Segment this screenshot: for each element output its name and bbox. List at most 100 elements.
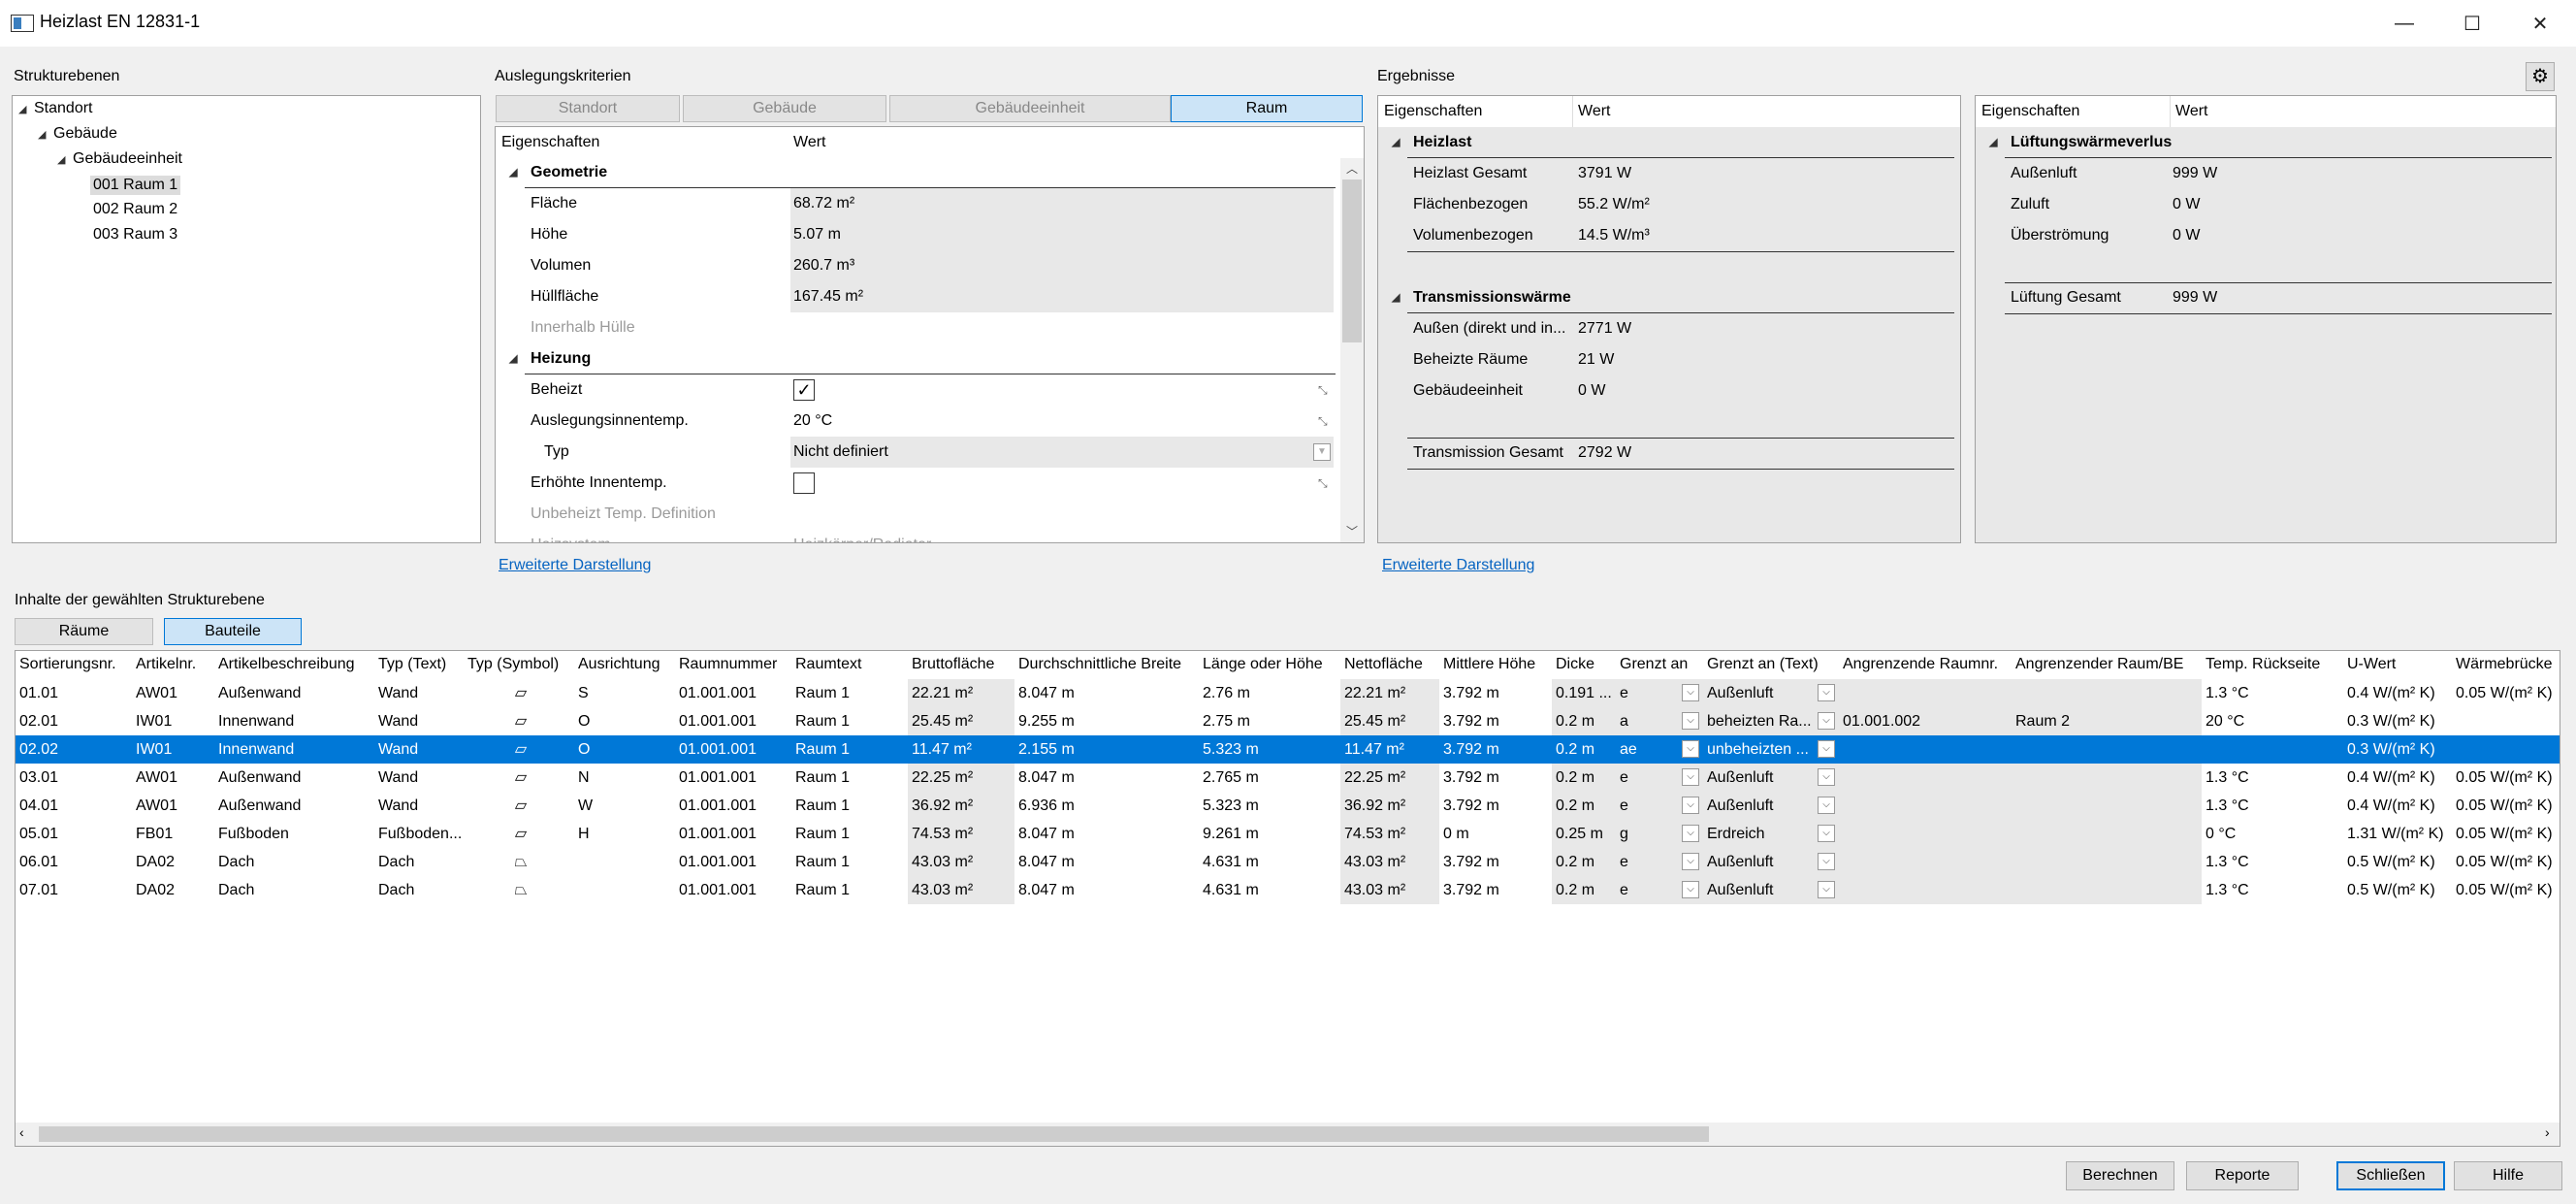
column-header-16[interactable]: Angrenzende Raumnr. xyxy=(1839,651,2012,678)
table-cell: H xyxy=(578,826,590,842)
chevron-down-icon[interactable]: ⌵ xyxy=(1818,825,1835,842)
chevron-down-icon[interactable]: ⌵ xyxy=(1682,853,1699,870)
criteria-property-grid[interactable]: Eigenschaften Wert ◢ Geometrie Fläche 68… xyxy=(495,126,1365,543)
group-heizlast[interactable]: ◢ Heizlast xyxy=(1378,127,1960,158)
chevron-down-icon[interactable]: ⌵ xyxy=(1682,768,1699,786)
collapse-icon[interactable]: ◢ xyxy=(1989,127,2005,158)
column-header-14[interactable]: Grenzt an xyxy=(1616,651,1703,678)
table-cell: Innenwand xyxy=(218,713,295,730)
chevron-down-icon[interactable]: ⌵ xyxy=(1682,825,1699,842)
maximize-button[interactable]: ☐ xyxy=(2438,0,2506,47)
beheizt-checkbox[interactable]: ✓ xyxy=(793,379,815,401)
chevron-down-icon[interactable]: ⌵ xyxy=(1818,881,1835,898)
scroll-right-icon[interactable]: › xyxy=(2545,1124,2550,1140)
link-icon[interactable]: ⤡ xyxy=(1318,374,1328,406)
chevron-down-icon[interactable]: ⌵ xyxy=(1682,740,1699,758)
chevron-down-icon[interactable]: ⌵ xyxy=(1818,712,1835,730)
column-header-8[interactable]: Bruttofläche xyxy=(908,651,1014,678)
tab-standort[interactable]: Standort xyxy=(496,95,680,122)
column-header-13[interactable]: Dicke xyxy=(1552,651,1616,678)
tree-item-standort[interactable]: ◢ Standort xyxy=(18,100,92,117)
title-bar: Heizlast EN 12831-1 — ☐ ✕ xyxy=(0,0,2576,47)
scrollbar-thumb[interactable] xyxy=(39,1126,1709,1142)
table-cell: FB01 xyxy=(136,826,174,842)
tab-bauteile[interactable]: Bauteile xyxy=(164,618,302,645)
column-header-2[interactable]: Artikelbeschreibung xyxy=(214,651,374,678)
column-header-18[interactable]: Temp. Rückseite xyxy=(2202,651,2343,678)
tree-item-raum-3[interactable]: 003 Raum 3 xyxy=(93,226,177,244)
chevron-down-icon[interactable]: ⌵ xyxy=(1818,684,1835,701)
column-header-15[interactable]: Grenzt an (Text) xyxy=(1703,651,1839,678)
collapse-icon[interactable]: ◢ xyxy=(57,153,73,166)
berechnen-button[interactable]: Berechnen xyxy=(2066,1161,2174,1190)
reporte-button[interactable]: Reporte xyxy=(2186,1161,2299,1190)
table-cell xyxy=(1839,820,2012,848)
chevron-down-icon[interactable]: ⌵ xyxy=(1818,740,1835,758)
column-header-10[interactable]: Länge oder Höhe xyxy=(1199,651,1340,678)
schliessen-button[interactable]: Schließen xyxy=(2336,1161,2445,1190)
group-heizung[interactable]: ◢ Heizung xyxy=(496,343,1339,374)
column-header-3[interactable]: Typ (Text) xyxy=(374,651,464,678)
tree-item-gebaeudeeinheit[interactable]: ◢ Gebäudeeinheit xyxy=(57,150,182,168)
collapse-icon[interactable]: ◢ xyxy=(509,157,525,188)
results-extended-view-link[interactable]: Erweiterte Darstellung xyxy=(1382,557,1534,574)
column-header-9[interactable]: Durchschnittliche Breite xyxy=(1014,651,1199,678)
table-cell: 3.792 m xyxy=(1443,854,1499,870)
collapse-icon[interactable]: ◢ xyxy=(1392,282,1407,313)
scroll-down-icon[interactable]: ﹀ xyxy=(1346,523,1358,539)
collapse-icon[interactable]: ◢ xyxy=(509,343,525,374)
horizontal-scrollbar[interactable]: ‹ › xyxy=(16,1123,2560,1146)
tree-item-raum-2[interactable]: 002 Raum 2 xyxy=(93,201,177,218)
close-button[interactable]: ✕ xyxy=(2506,0,2574,47)
chevron-down-icon[interactable]: ▼ xyxy=(1313,443,1331,461)
column-header-1[interactable]: Artikelnr. xyxy=(132,651,214,678)
column-header-12[interactable]: Mittlere Höhe xyxy=(1439,651,1552,678)
column-header-17[interactable]: Angrenzender Raum/BE xyxy=(2012,651,2202,678)
chevron-down-icon[interactable]: ⌵ xyxy=(1818,797,1835,814)
structure-tree[interactable]: ◢ Standort ◢ Gebäude ◢ Gebäudeeinheit 001 R… xyxy=(12,95,481,543)
link-icon[interactable]: ⤡ xyxy=(1318,468,1328,499)
tree-item-raum-1[interactable]: 001 Raum 1 xyxy=(90,176,181,195)
chevron-down-icon[interactable]: ⌵ xyxy=(1682,797,1699,814)
scrollbar-thumb[interactable] xyxy=(1342,179,1362,342)
collapse-icon[interactable]: ◢ xyxy=(18,103,34,115)
column-header-0[interactable]: Sortierungsnr. xyxy=(16,651,132,678)
bauteile-table[interactable]: Sortierungsnr. Artikelnr. Artikelbeschreib… xyxy=(15,650,2560,1147)
gear-icon[interactable]: ⚙ xyxy=(2526,62,2555,91)
column-header-11[interactable]: Nettofläche xyxy=(1340,651,1439,678)
table-cell: 9.261 m xyxy=(1203,826,1259,842)
vertical-scrollbar[interactable]: ︿ ﹀ xyxy=(1340,158,1364,542)
tab-gebaeudeeinheit[interactable]: Gebäudeeinheit xyxy=(889,95,1171,122)
property-row: Unbeheizt Temp. Definition xyxy=(531,505,716,522)
typ-dropdown[interactable]: Nicht definiert xyxy=(793,437,888,468)
table-cell: 01.001.001 xyxy=(679,769,757,786)
column-header-5[interactable]: Ausrichtung xyxy=(574,651,675,678)
tab-gebaeude[interactable]: Gebäude xyxy=(683,95,886,122)
collapse-icon[interactable]: ◢ xyxy=(1392,127,1407,158)
group-lueftung[interactable]: ◢ Lüftungswärmeverlus xyxy=(1976,127,2556,158)
scroll-left-icon[interactable]: ‹ xyxy=(19,1124,24,1140)
minimize-button[interactable]: — xyxy=(2370,0,2438,47)
criteria-extended-view-link[interactable]: Erweiterte Darstellung xyxy=(499,557,651,574)
collapse-icon[interactable]: ◢ xyxy=(38,128,53,141)
tab-raum[interactable]: Raum xyxy=(1171,95,1363,122)
scroll-up-icon[interactable]: ︿ xyxy=(1346,160,1358,177)
chevron-down-icon[interactable]: ⌵ xyxy=(1682,712,1699,730)
column-header-6[interactable]: Raumnummer xyxy=(675,651,791,678)
column-header-19[interactable]: U-Wert xyxy=(2343,651,2452,678)
tree-item-gebaeude[interactable]: ◢ Gebäude xyxy=(38,125,117,143)
group-geometrie[interactable]: ◢ Geometrie xyxy=(496,157,1339,188)
column-header-7[interactable]: Raumtext xyxy=(791,651,908,678)
hilfe-button[interactable]: Hilfe xyxy=(2454,1161,2562,1190)
table-cell: O xyxy=(578,741,591,758)
tab-raeume[interactable]: Räume xyxy=(15,618,153,645)
group-transmission[interactable]: ◢ Transmissionswärme xyxy=(1378,282,1960,313)
chevron-down-icon[interactable]: ⌵ xyxy=(1818,768,1835,786)
chevron-down-icon[interactable]: ⌵ xyxy=(1818,853,1835,870)
column-header-20[interactable]: Wärmebrücke xyxy=(2452,651,2560,678)
chevron-down-icon[interactable]: ⌵ xyxy=(1682,881,1699,898)
erhoehte-innentemp-checkbox[interactable] xyxy=(793,472,815,494)
column-header-4[interactable]: Typ (Symbol) xyxy=(464,651,574,678)
link-icon[interactable]: ⤡ xyxy=(1318,406,1328,437)
chevron-down-icon[interactable]: ⌵ xyxy=(1682,684,1699,701)
